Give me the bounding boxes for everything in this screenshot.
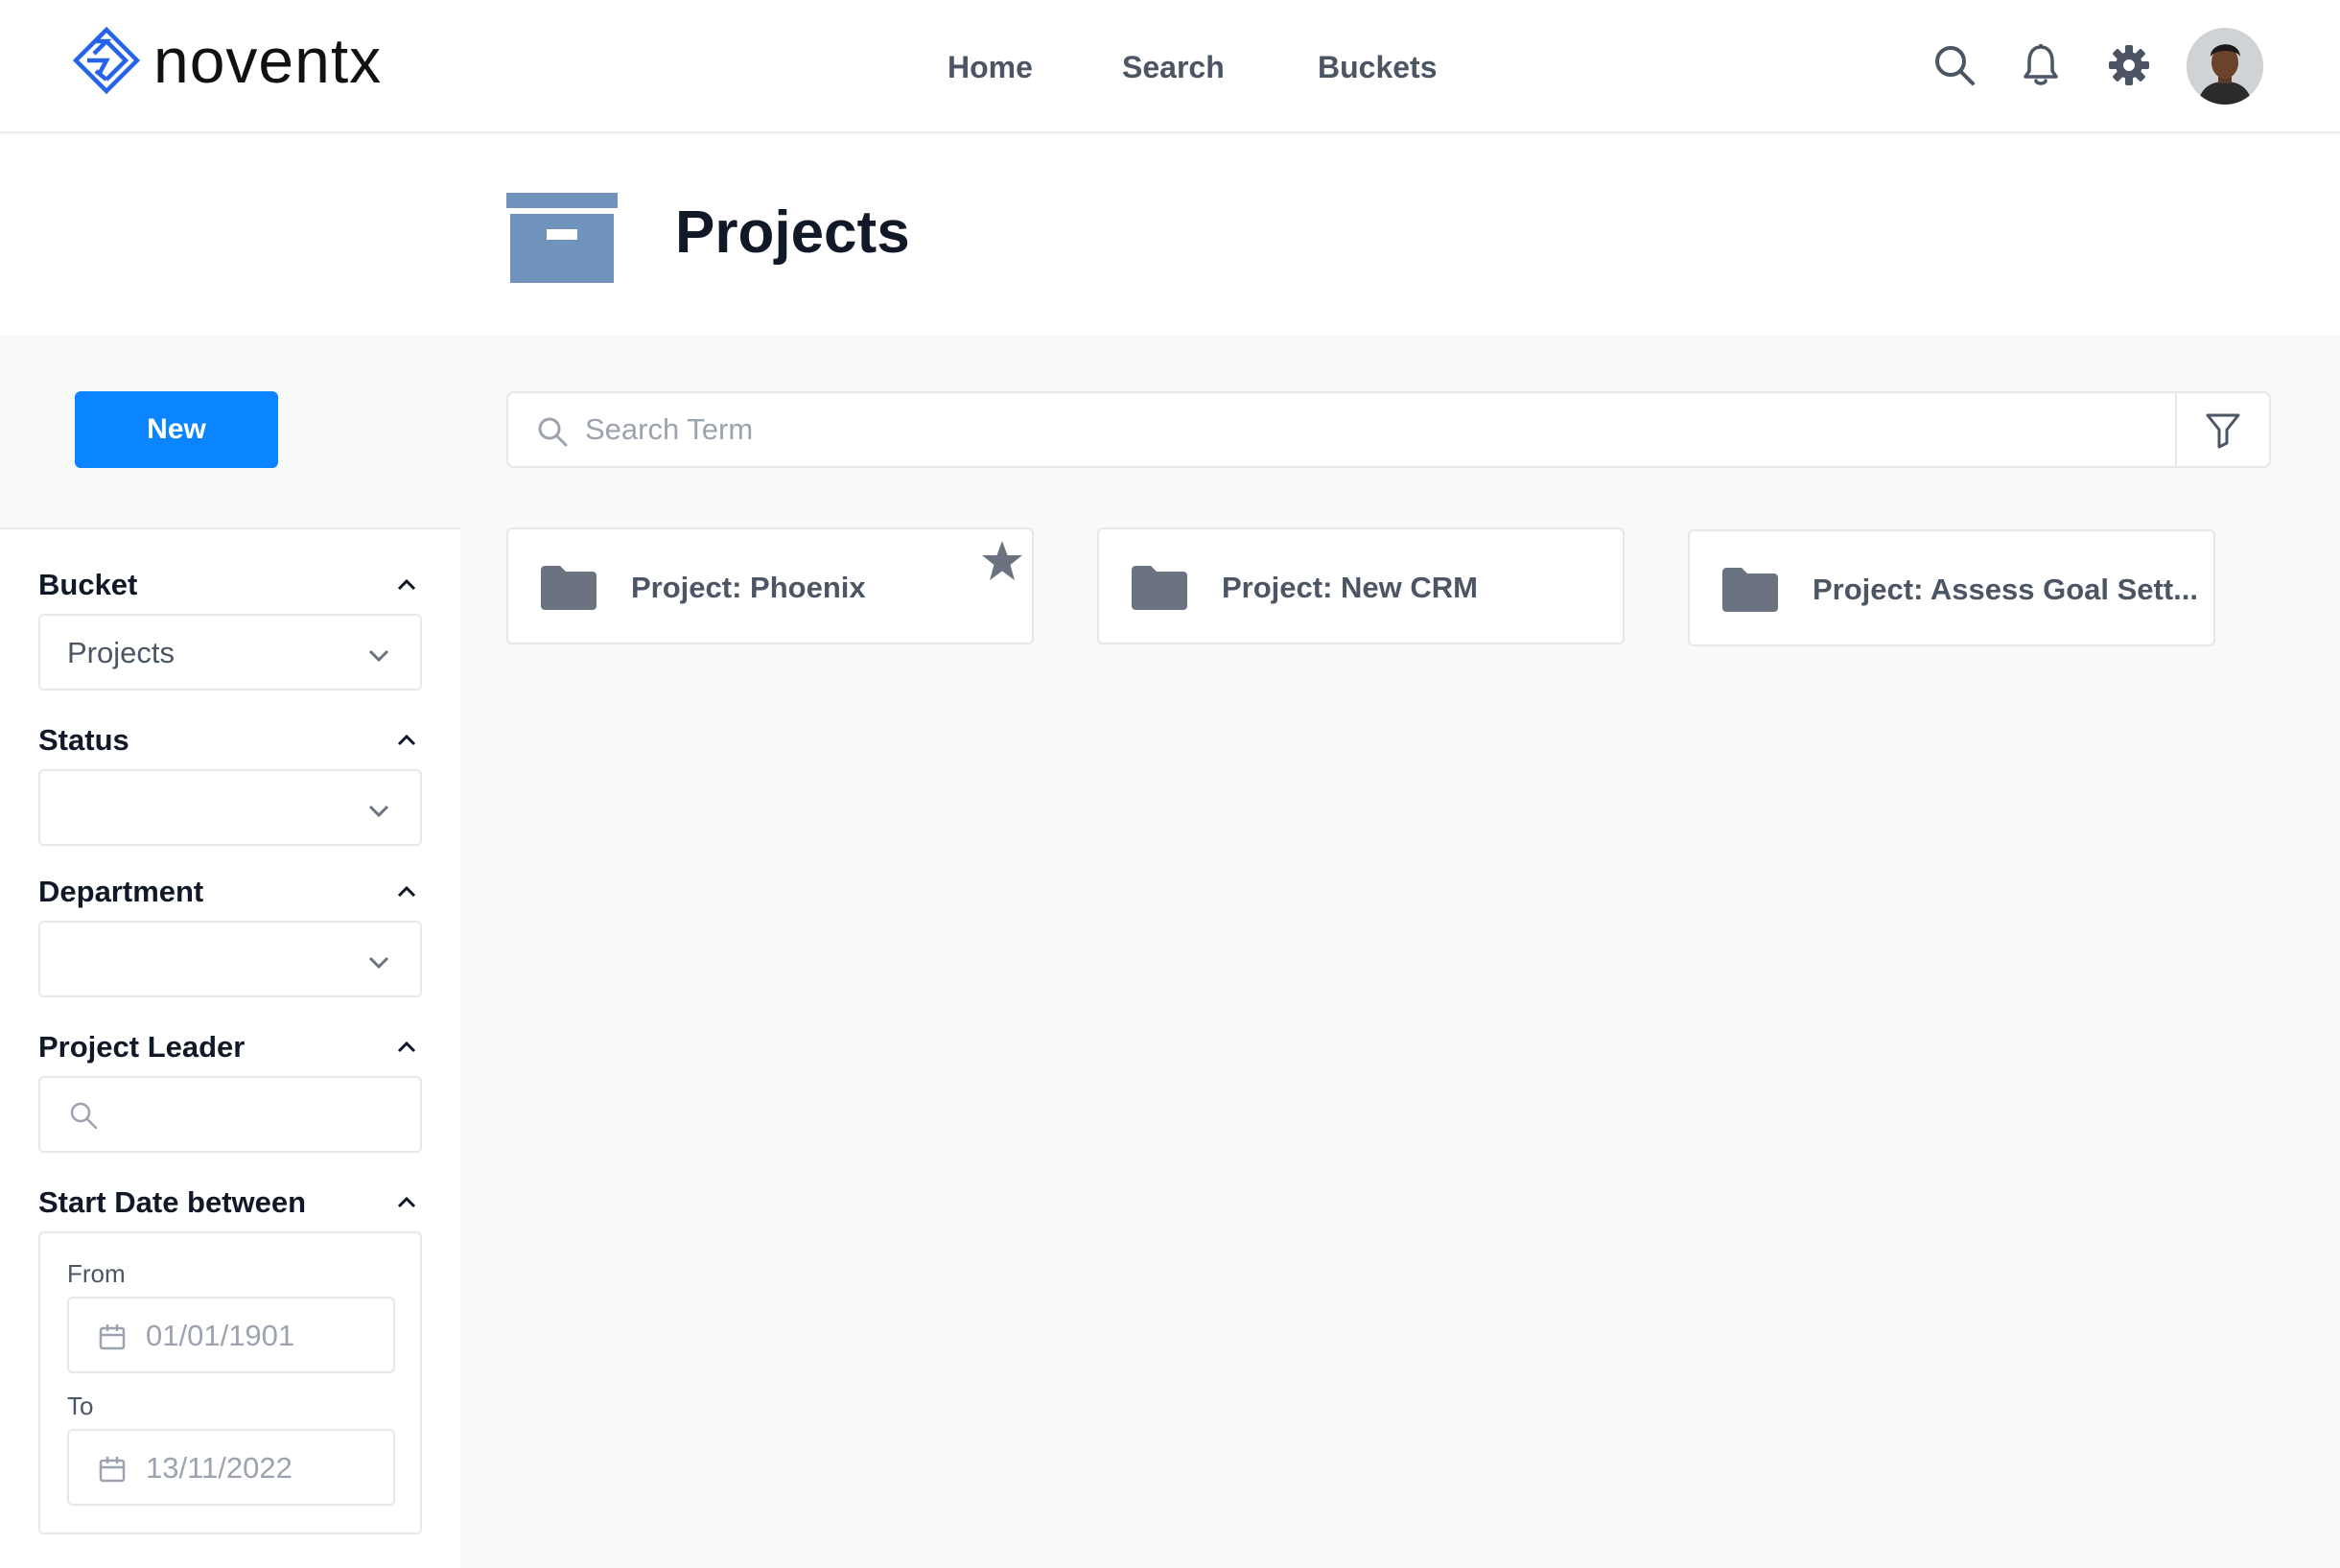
- filter-bucket-header[interactable]: Bucket: [38, 564, 422, 606]
- folder-icon: [541, 566, 597, 610]
- chevron-down-icon: [368, 649, 389, 663]
- chevron-up-icon: [397, 734, 416, 746]
- filter-project-leader: Project Leader: [38, 1026, 422, 1153]
- bucket-select-value: Projects: [67, 636, 175, 669]
- filter-department-header[interactable]: Department: [38, 871, 422, 913]
- calendar-icon: [99, 1324, 126, 1350]
- project-leader-search[interactable]: [38, 1076, 422, 1153]
- nav-buckets[interactable]: Buckets: [1318, 46, 1438, 88]
- folder-icon: [1132, 566, 1187, 610]
- bell-icon: [2024, 44, 2058, 85]
- top-header: noventx Home Search Buckets: [0, 0, 2340, 133]
- status-select[interactable]: [38, 769, 422, 846]
- nav-home[interactable]: Home: [948, 46, 1033, 88]
- main-nav: Home Search Buckets: [0, 46, 2340, 94]
- filter-start-date: Start Date between From 01/01/1901 To 13…: [38, 1182, 422, 1534]
- bucket-select[interactable]: Projects: [38, 614, 422, 690]
- search-icon: [70, 1102, 98, 1130]
- chevron-down-icon: [368, 805, 389, 818]
- date-range-panel: From 01/01/1901 To 13/11/2022: [38, 1231, 422, 1534]
- search-icon: [1935, 46, 1975, 85]
- project-card-title: Project: Assess Goal Sett...: [1813, 573, 2199, 606]
- filter-leader-label: Project Leader: [38, 1030, 246, 1064]
- project-card[interactable]: Project: Assess Goal Sett...: [1688, 529, 2215, 646]
- filter-start-date-header[interactable]: Start Date between: [38, 1182, 422, 1224]
- funnel-icon: [2206, 413, 2240, 449]
- new-button[interactable]: New: [75, 391, 278, 468]
- project-card-title: Project: New CRM: [1222, 571, 1478, 604]
- filter-status-header[interactable]: Status: [38, 719, 422, 761]
- date-from-value: 01/01/1901: [146, 1319, 295, 1352]
- filter-start-date-label: Start Date between: [38, 1185, 307, 1219]
- star-icon[interactable]: [980, 539, 1024, 583]
- filter-status-label: Status: [38, 723, 129, 757]
- filter-sidebar: Bucket Projects Status Department Projec…: [0, 527, 460, 1568]
- search-bar: [506, 391, 2271, 468]
- filter-department-label: Department: [38, 875, 204, 908]
- chevron-up-icon: [397, 578, 416, 591]
- project-card[interactable]: Project: New CRM: [1097, 527, 1625, 644]
- date-to-value: 13/11/2022: [146, 1451, 292, 1485]
- header-search-button[interactable]: [1930, 40, 1979, 90]
- project-card[interactable]: Project: Phoenix: [506, 527, 1034, 644]
- filter-department: Department: [38, 871, 422, 997]
- filter-status: Status: [38, 719, 422, 846]
- gear-icon: [2109, 45, 2149, 85]
- chevron-up-icon: [397, 885, 416, 898]
- nav-search[interactable]: Search: [1122, 46, 1225, 88]
- project-card-title: Project: Phoenix: [631, 571, 866, 604]
- filter-bucket: Bucket Projects: [38, 564, 422, 690]
- filter-leader-header[interactable]: Project Leader: [38, 1026, 422, 1068]
- folder-icon: [1722, 568, 1778, 612]
- chevron-up-icon: [397, 1041, 416, 1053]
- search-input[interactable]: [585, 401, 1928, 458]
- search-icon: [538, 417, 568, 447]
- chevron-up-icon: [397, 1196, 416, 1208]
- filter-button[interactable]: [2175, 393, 2269, 466]
- date-from-label: From: [67, 1259, 126, 1288]
- notifications-button[interactable]: [2016, 40, 2066, 90]
- date-from-input[interactable]: 01/01/1901: [67, 1297, 395, 1373]
- date-to-label: To: [67, 1392, 94, 1420]
- archive-box-icon: [506, 193, 618, 283]
- chevron-down-icon: [368, 956, 389, 970]
- page-title: Projects: [675, 199, 910, 266]
- filter-bucket-label: Bucket: [38, 568, 138, 601]
- calendar-icon: [99, 1457, 126, 1483]
- date-to-input[interactable]: 13/11/2022: [67, 1429, 395, 1506]
- page-header: Projects: [0, 135, 2340, 335]
- user-photo-icon: [2187, 28, 2263, 105]
- department-select[interactable]: [38, 921, 422, 997]
- user-avatar[interactable]: [2187, 28, 2263, 105]
- settings-button[interactable]: [2104, 40, 2154, 90]
